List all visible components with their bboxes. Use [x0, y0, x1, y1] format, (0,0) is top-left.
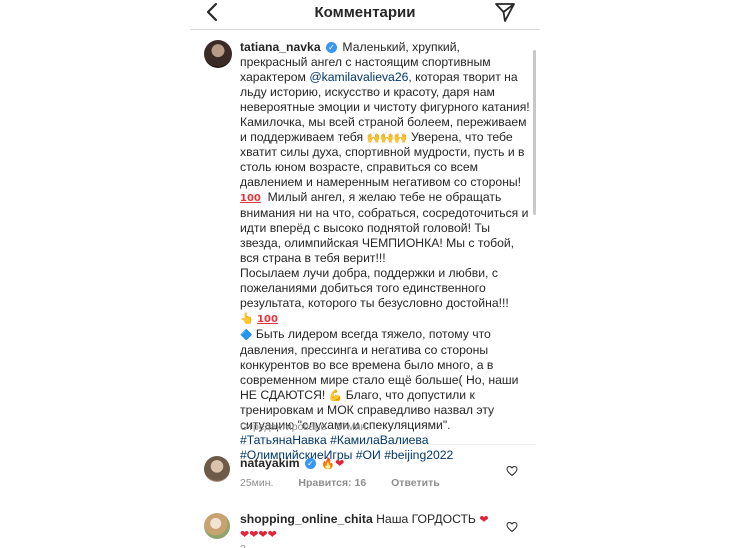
- hundred-icon: 100: [240, 193, 261, 204]
- hundred-icon: 100: [257, 314, 278, 325]
- likes-count[interactable]: Нравится: 16: [298, 477, 366, 489]
- caption: tatiana_navka ✓ Маленький, хрупкий, прек…: [240, 40, 530, 463]
- hearts-emoji-icon: ❤❤❤❤: [240, 528, 277, 541]
- comment: shopping_online_chita Наша ГОРДОСТЬ ❤ ❤❤…: [240, 512, 500, 542]
- point-up-icon: 👆: [240, 312, 254, 325]
- comment-meta: 25мин. Нравится: 16 Ответить: [240, 477, 462, 489]
- caption-divider: [240, 444, 536, 445]
- heart-emoji-icon: ❤: [335, 457, 345, 470]
- edited-label: Отредактировано: [240, 421, 327, 433]
- caption-meta: Отредактировано · 17мин.: [240, 421, 370, 433]
- comment-time: 25мин.: [240, 477, 274, 489]
- caption-text-4: Милый ангел, я желаю тебе не обращать вн…: [240, 190, 529, 265]
- comment-meta-partial: 2: [240, 543, 246, 548]
- comments-screen: Комментарии tatiana_navka ✓ Маленький, х…: [190, 0, 540, 548]
- flexed-biceps-icon: 💪: [328, 389, 343, 402]
- avatar[interactable]: [204, 513, 230, 539]
- header-divider: [190, 29, 540, 30]
- raised-hands-icon: 🙌🙌🙌: [366, 131, 408, 144]
- page-title: Комментарии: [314, 4, 416, 21]
- blue-diamond-icon: 🔷: [240, 330, 253, 341]
- comment-username[interactable]: natayakim: [240, 456, 300, 470]
- like-heart-icon[interactable]: [506, 465, 518, 477]
- heart-emoji-icon: ❤: [479, 513, 489, 526]
- caption-time: 17мин.: [335, 421, 370, 433]
- avatar[interactable]: [204, 456, 230, 482]
- comment-username[interactable]: shopping_online_chita: [240, 512, 373, 526]
- reply-button[interactable]: Ответить: [391, 477, 440, 489]
- caption-username[interactable]: tatiana_navka: [240, 40, 321, 54]
- paper-plane-icon[interactable]: [494, 1, 516, 23]
- verified-badge-icon: ✓: [305, 458, 317, 469]
- caption-text-5: Посылаем лучи добра, поддержки и любви, …: [240, 266, 509, 310]
- mention-link[interactable]: @kamilavalieva26: [309, 70, 408, 84]
- comment: natayakim ✓ 🔥❤: [240, 456, 500, 471]
- comment-text: Наша ГОРДОСТЬ: [376, 512, 476, 526]
- fire-icon: 🔥: [321, 457, 336, 470]
- like-heart-icon[interactable]: [506, 521, 518, 533]
- avatar[interactable]: [204, 40, 232, 68]
- scrollbar[interactable]: [533, 50, 536, 215]
- verified-badge-icon: ✓: [326, 42, 338, 53]
- header: Комментарии: [190, 0, 540, 28]
